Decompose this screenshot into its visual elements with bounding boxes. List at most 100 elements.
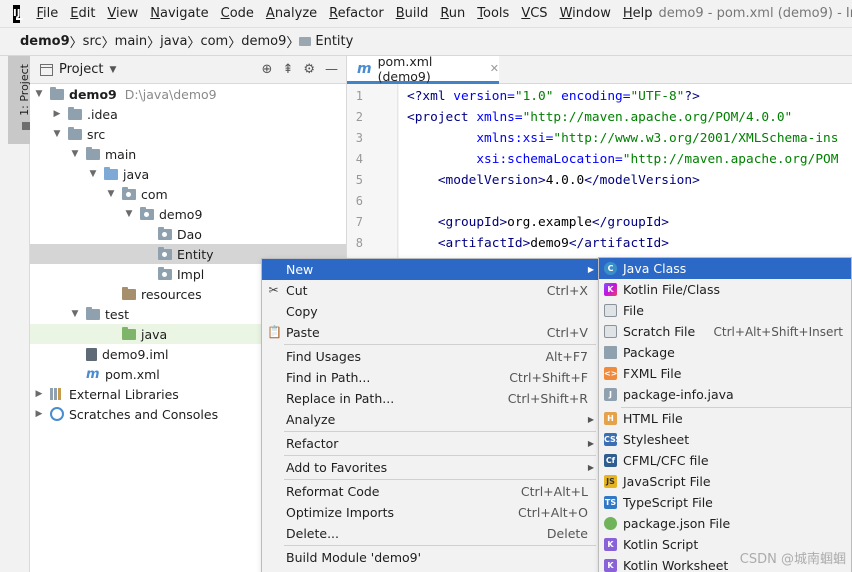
tree-item-main[interactable]: ▼ main [30,144,346,164]
menu-run[interactable]: Run [434,0,471,28]
new-item-kotlin-file-class[interactable]: K Kotlin File/Class [599,279,851,300]
menu-item-optimize-imports[interactable]: Optimize Imports Ctrl+Alt+O [262,502,598,523]
breadcrumb-item-src[interactable]: src [83,34,102,49]
expand-right-icon[interactable]: ▶ [34,389,44,399]
menu-vcs[interactable]: VCS [515,0,553,28]
menu-refactor[interactable]: Refactor [323,0,390,28]
expand-down-icon[interactable]: ▼ [34,89,44,99]
breadcrumb-item-demo9[interactable]: demo9 [241,34,286,49]
breadcrumb-item-java[interactable]: java [160,34,187,49]
gear-icon[interactable]: ⚙ [303,62,315,77]
tree-item-label: java [141,326,168,342]
collapse-all-icon[interactable]: ⇞ [282,62,293,77]
menu-item-copy[interactable]: Copy [262,301,598,322]
menu-item-paste[interactable]: 📋 Paste Ctrl+V [262,322,598,343]
menu-item-find-in-path[interactable]: Find in Path... Ctrl+Shift+F [262,367,598,388]
new-item-typescript-file[interactable]: TS TypeScript File [599,492,851,513]
menu-tools[interactable]: Tools [471,0,515,28]
expand-down-icon[interactable]: ▼ [88,169,98,179]
breadcrumb-item-com[interactable]: com [200,34,228,49]
close-icon[interactable]: ✕ [490,62,499,75]
menu-help[interactable]: Help [617,0,659,28]
tree-item-dao[interactable]: Dao [30,224,346,244]
menu-item-label: Java Class [623,261,687,276]
tree-item-com[interactable]: ▼ com [30,184,346,204]
new-item-package-json-file[interactable]: package.json File [599,513,851,534]
code-token: "http://maven.apache.org/POM/4.0.0" [522,110,793,125]
expand-down-icon[interactable]: ▼ [52,129,62,139]
cut-icon: ✂ [268,283,279,297]
menu-edit[interactable]: Edit [64,0,101,28]
menu-analyze[interactable]: Analyze [260,0,323,28]
expand-down-icon[interactable]: ▼ [124,209,134,219]
html-file-icon: H [604,412,617,425]
new-item-stylesheet[interactable]: CSS Stylesheet [599,429,851,450]
code-token: 4.0.0 [545,173,585,188]
editor-tab-pom-xml[interactable]: m pom.xml (demo9) ✕ [347,54,499,84]
expand-down-icon[interactable]: ▼ [106,189,116,199]
menu-item-delete[interactable]: Delete... Delete [262,523,598,544]
package-icon [299,37,312,46]
line-number: 2 [355,110,363,124]
new-item-cfml-cfc-file[interactable]: Cf CFML/CFC file [599,450,851,471]
folder-icon [68,126,82,140]
hide-panel-icon[interactable]: — [325,62,338,77]
menu-item-label: Optimize Imports [286,505,395,520]
new-item-scratch-file[interactable]: Scratch File Ctrl+Alt+Shift+Insert [599,321,851,342]
menu-item-analyze[interactable]: Analyze ▶ [262,409,598,430]
menu-navigate[interactable]: Navigate [144,0,214,28]
expand-down-icon[interactable]: ▼ [70,309,80,319]
code-token: xmlns:xsi= [476,131,554,146]
tree-item-demo9[interactable]: ▼ demo9 D:\java\demo9 [30,84,346,104]
menu-view[interactable]: View [101,0,144,28]
package-info-java-icon: J [604,388,617,401]
tree-item-label: com [141,186,168,202]
menu-build[interactable]: Build [390,0,435,28]
locate-target-icon[interactable]: ⊕ [262,62,273,77]
test-folder-icon [122,326,136,340]
menu-item-refactor[interactable]: Refactor ▶ [262,433,598,454]
menu-item-build-module-demo9[interactable]: Build Module 'demo9' [262,547,598,568]
menu-code[interactable]: Code [215,0,260,28]
expand-right-icon[interactable]: ▶ [34,409,44,419]
menu-file[interactable]: File [30,0,64,28]
code-line: <project xmlns="http://maven.apache.org/… [407,107,792,128]
menu-item-label: Stylesheet [623,432,690,447]
menu-item-replace-in-path[interactable]: Replace in Path... Ctrl+Shift+R [262,388,598,409]
menu-item-add-to-favorites[interactable]: Add to Favorites ▶ [262,457,598,478]
chevron-down-icon[interactable]: ▼ [109,65,116,75]
expand-right-icon[interactable]: ▶ [52,109,62,119]
expand-down-icon[interactable]: ▼ [70,149,80,159]
new-item-file[interactable]: File [599,300,851,321]
shortcut-label: Ctrl+Shift+F [509,370,588,385]
menu-item-find-usages[interactable]: Find Usages Alt+F7 [262,346,598,367]
tree-item-demo9[interactable]: ▼ demo9 [30,204,346,224]
breadcrumb-item-main[interactable]: main [115,34,147,49]
breadcrumb-item-entity[interactable]: Entity [299,34,353,49]
menu-item-cut[interactable]: ✂ Cut Ctrl+X [262,280,598,301]
menu-item-new[interactable]: New ▶ [262,259,598,280]
tree-item-label: Entity [177,246,214,262]
project-view-selector[interactable]: Project [59,62,103,77]
chevron-right-icon: 〉 [187,36,201,51]
new-item-fxml-file[interactable]: <> FXML File [599,363,851,384]
menu-item-label: Refactor [286,436,339,451]
scratch-file-icon [604,325,617,338]
menu-window[interactable]: Window [554,0,617,28]
new-item-javascript-file[interactable]: JS JavaScript File [599,471,851,492]
folder-icon [50,86,64,100]
new-item-html-file[interactable]: H HTML File [599,408,851,429]
new-item-package-info-java[interactable]: Jpackage-info.java [599,384,851,405]
menu-item-label: Analyze [286,412,336,427]
menu-item-reformat-code[interactable]: Reformat Code Ctrl+Alt+L [262,481,598,502]
code-token: org.example [507,215,592,230]
new-item-java-class[interactable]: C Java Class [599,258,851,279]
line-number: 5 [355,173,363,187]
project-tool-tab[interactable]: 1: Project [8,56,33,144]
breadcrumb-item-demo9[interactable]: demo9 [20,34,70,49]
tree-item-java[interactable]: ▼ java [30,164,346,184]
tree-item-src[interactable]: ▼ src [30,124,346,144]
new-item-package[interactable]: Package [599,342,851,363]
menu-item-label: Build Module 'demo9' [286,550,422,565]
tree-item-idea[interactable]: ▶ .idea [30,104,346,124]
